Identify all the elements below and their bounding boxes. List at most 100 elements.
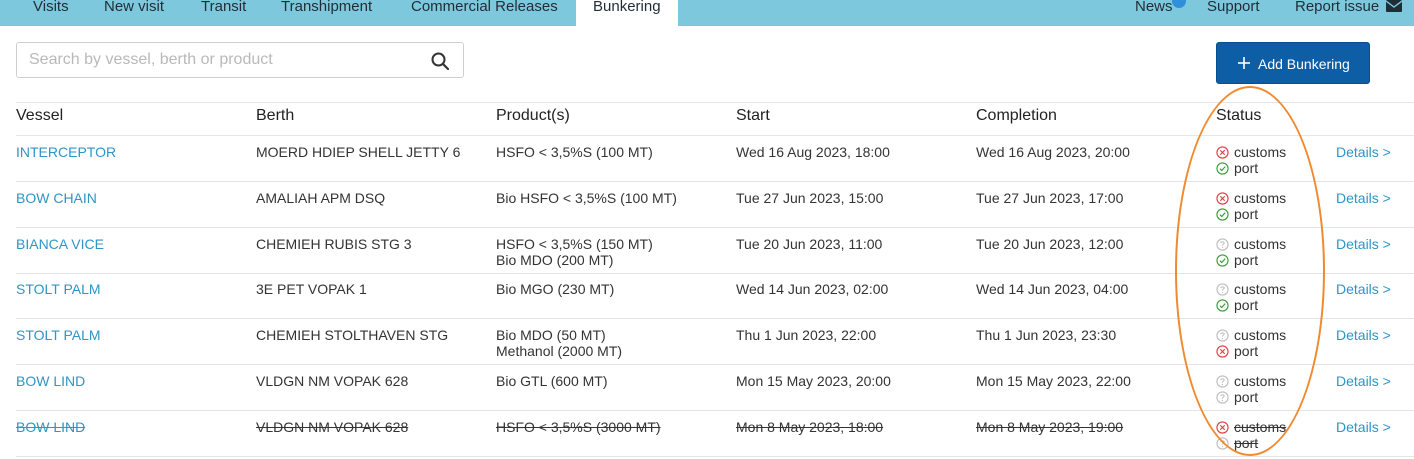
port-status: port	[1216, 252, 1286, 268]
status-cell: customs port	[1216, 281, 1286, 313]
x-circle-icon	[1216, 345, 1229, 358]
vessel-link[interactable]: INTERCEPTOR	[16, 144, 116, 160]
vessel-link[interactable]: BOW CHAIN	[16, 190, 97, 206]
berth-cell: MOERD HDIEP SHELL JETTY 6	[256, 144, 461, 160]
table-row: BOW LIND VLDGN NM VOPAK 628 Bio GTL (600 M…	[0, 365, 1414, 411]
search-icon[interactable]	[431, 52, 449, 70]
top-nav: Visits New visit Transit Transhipment Co…	[0, 0, 1414, 26]
start-cell: Wed 14 Jun 2023, 02:00	[736, 281, 889, 298]
products-cell: Bio MDO (50 MT) Methanol (2000 MT)	[496, 327, 622, 359]
customs-status: customs	[1216, 327, 1286, 343]
header-products: Product(s)	[496, 107, 570, 124]
port-status: port	[1216, 343, 1286, 359]
start-cell: Mon 8 May 2023, 18:00	[736, 418, 884, 435]
plus-icon	[1238, 57, 1250, 69]
vessel-link[interactable]: STOLT PALM	[16, 281, 101, 297]
port-label: port	[1234, 389, 1259, 405]
header-berth: Berth	[256, 107, 295, 124]
table-row: BIANCA VICE CHEMIEH RUBIS STG 3 HSFO < 3,5…	[0, 228, 1414, 274]
add-bunkering-label: Add Bunkering	[1258, 56, 1350, 72]
details-link[interactable]: Details >	[1336, 373, 1391, 389]
berth-cell: AMALIAH APM DSQ	[256, 189, 386, 206]
berth-cell: VLDGN NM VOPAK 628	[256, 418, 409, 435]
report-issue-link[interactable]: Report issue	[1295, 0, 1403, 26]
completion-cell: Mon 8 May 2023, 19:00	[976, 418, 1124, 435]
customs-label: customs	[1234, 418, 1287, 435]
check-circle-icon	[1216, 253, 1229, 267]
table-row: INTERCEPTOR MOERD HDIEP SHELL JETTY 6 HSFO…	[0, 136, 1414, 182]
header-vessel: Vessel	[16, 107, 64, 124]
customs-status: customs	[1216, 281, 1286, 297]
customs-status: customs	[1216, 236, 1286, 252]
status-cell: customs port	[1216, 236, 1286, 268]
product-line: HSFO < 3,5%S (100 MT)	[496, 144, 653, 160]
port-label: port	[1234, 297, 1259, 314]
product-line: Methanol (2000 MT)	[496, 343, 623, 360]
check-circle-icon	[1216, 208, 1229, 221]
customs-status: customs	[1216, 373, 1286, 389]
details-link[interactable]: Details >	[1336, 144, 1391, 160]
question-circle-icon	[1216, 237, 1229, 251]
tab-commercial-releases[interactable]: Commercial Releases	[411, 0, 558, 26]
status-cell: customs port	[1216, 144, 1286, 176]
news-link[interactable]: News	[1135, 0, 1173, 26]
completion-cell: Wed 14 Jun 2023, 04:00	[976, 281, 1129, 298]
vessel-link[interactable]: STOLT PALM	[16, 327, 101, 343]
port-status: port	[1216, 206, 1286, 222]
news-notification-badge	[1172, 0, 1186, 8]
x-circle-icon	[1216, 192, 1229, 205]
port-status: port	[1216, 389, 1286, 405]
berth-cell: CHEMIEH RUBIS STG 3	[256, 235, 412, 252]
details-link[interactable]: Details >	[1336, 327, 1391, 343]
products-cell: HSFO < 3,5%S (3000 MT)	[496, 419, 661, 435]
table-row: BOW CHAIN AMALIAH APM DSQ Bio HSFO < 3,5%S…	[0, 182, 1414, 228]
vessel-link[interactable]: BIANCA VICE	[16, 236, 104, 252]
customs-status: customs	[1216, 419, 1286, 435]
question-circle-icon	[1216, 375, 1229, 388]
customs-label: customs	[1234, 281, 1287, 298]
header-start: Start	[736, 107, 770, 124]
details-link[interactable]: Details >	[1336, 236, 1391, 252]
product-line: Bio GTL (600 MT)	[496, 373, 608, 389]
completion-cell: Wed 16 Aug 2023, 20:00	[976, 144, 1130, 160]
products-cell: HSFO < 3,5%S (100 MT)	[496, 144, 653, 160]
vessel-link[interactable]: BOW LIND	[16, 373, 85, 389]
status-cell: customs port	[1216, 419, 1286, 451]
tab-new-visit[interactable]: New visit	[104, 0, 164, 26]
customs-label: customs	[1234, 189, 1287, 206]
vessel-link[interactable]: BOW LIND	[16, 419, 85, 435]
tab-transit[interactable]: Transit	[201, 0, 246, 26]
status-cell: customs port	[1216, 327, 1286, 359]
question-circle-icon	[1216, 437, 1229, 450]
products-cell: HSFO < 3,5%S (150 MT) Bio MDO (200 MT)	[496, 236, 653, 268]
customs-label: customs	[1234, 235, 1287, 252]
tab-transhipment[interactable]: Transhipment	[281, 0, 372, 26]
start-cell: Tue 20 Jun 2023, 11:00	[736, 235, 883, 252]
product-line: HSFO < 3,5%S (150 MT)	[496, 235, 653, 252]
product-line: Bio MDO (50 MT)	[496, 327, 606, 344]
details-link[interactable]: Details >	[1336, 190, 1391, 206]
customs-label: customs	[1234, 327, 1287, 344]
completion-cell: Tue 20 Jun 2023, 12:00	[976, 235, 1124, 252]
port-label: port	[1234, 251, 1259, 268]
add-bunkering-button[interactable]: Add Bunkering	[1216, 42, 1370, 84]
port-label: port	[1234, 343, 1259, 360]
customs-status: customs	[1216, 144, 1286, 160]
products-cell: Bio GTL (600 MT)	[496, 373, 608, 389]
search-input[interactable]	[29, 50, 419, 70]
details-link[interactable]: Details >	[1336, 419, 1391, 435]
customs-label: customs	[1234, 144, 1287, 160]
port-status: port	[1216, 297, 1286, 313]
port-label: port	[1234, 205, 1259, 222]
x-circle-icon	[1216, 146, 1229, 159]
header-completion: Completion	[976, 107, 1057, 124]
report-issue-label: Report issue	[1295, 0, 1380, 15]
row-divider	[16, 455, 1414, 457]
tab-bunkering[interactable]: Bunkering	[576, 0, 678, 26]
question-circle-icon	[1216, 283, 1229, 297]
tab-visits[interactable]: Visits	[33, 0, 69, 26]
question-circle-icon	[1216, 329, 1229, 342]
details-link[interactable]: Details >	[1336, 281, 1391, 297]
support-link[interactable]: Support	[1207, 0, 1260, 26]
berth-cell: 3E PET VOPAK 1	[256, 281, 367, 298]
